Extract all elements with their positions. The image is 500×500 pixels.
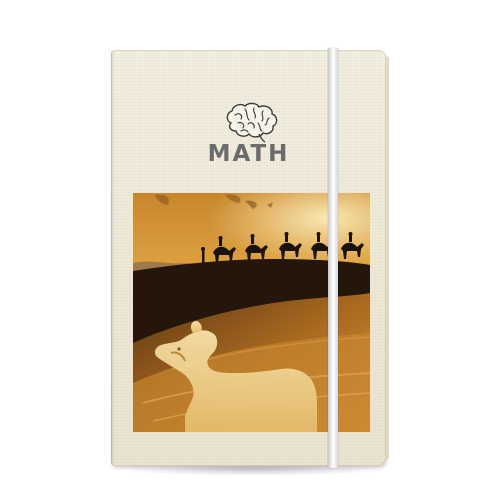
notebook-title: MATH bbox=[207, 141, 290, 167]
brain-icon bbox=[226, 102, 278, 143]
product-scene: MATH bbox=[0, 0, 500, 500]
notebook-spine bbox=[111, 50, 115, 466]
notebook-page-edge bbox=[386, 56, 389, 460]
elastic-closure-band bbox=[328, 48, 338, 468]
